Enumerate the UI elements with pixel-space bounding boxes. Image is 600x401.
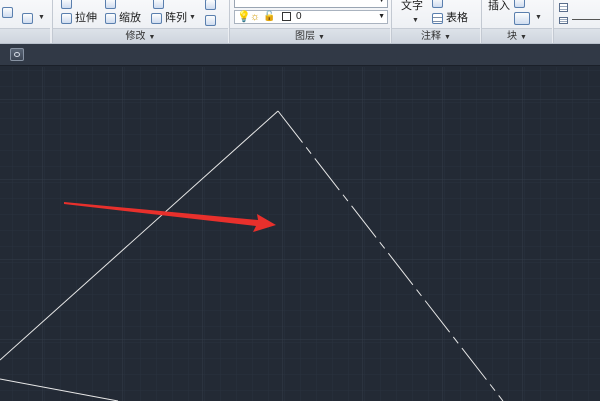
annotation-panel: 文字 ▼ 表格 注释 ▼ bbox=[392, 0, 480, 43]
mirror-icon bbox=[105, 0, 116, 9]
annotation-panel-title[interactable]: 注释 ▼ bbox=[392, 28, 480, 43]
grid bbox=[0, 67, 600, 401]
chevron-down-icon: ▼ bbox=[38, 14, 45, 21]
stretch-label: 拉伸 bbox=[75, 12, 97, 24]
arc-icon bbox=[2, 6, 13, 18]
block-editor-tool[interactable] bbox=[514, 0, 528, 10]
chevron-down-icon: ▼ bbox=[378, 0, 385, 4]
chevron-down-icon: ▼ bbox=[148, 34, 156, 41]
chevron-down-icon: ▼ bbox=[444, 34, 451, 41]
scale-icon bbox=[105, 12, 116, 24]
explode-tool[interactable] bbox=[205, 0, 219, 12]
file-tab-strip bbox=[0, 44, 600, 66]
layers-panel: ▼ 💡 ☼ 🔓 0 ▼ 图层 ▼ bbox=[230, 0, 390, 43]
chevron-down-icon: ▼ bbox=[189, 14, 196, 21]
scale-label: 缩放 bbox=[119, 12, 141, 24]
linetype-preview[interactable] bbox=[572, 19, 600, 20]
attribute-icon bbox=[514, 11, 530, 25]
modify-panel: 拉伸 缩放 阵列 ▼ 修改 ▼ bbox=[53, 0, 228, 43]
linetype-icon bbox=[559, 17, 568, 24]
chevron-down-icon: ▼ bbox=[535, 14, 542, 21]
layer-state-combo[interactable]: ▼ bbox=[234, 0, 388, 8]
properties-panel bbox=[554, 0, 600, 43]
insert-label: 插入 bbox=[488, 0, 510, 12]
text-label: 文字 bbox=[401, 0, 423, 12]
bulb-icon: 💡 bbox=[237, 11, 251, 23]
draw-panel-title[interactable] bbox=[0, 28, 50, 43]
lineweight-icon bbox=[559, 3, 568, 12]
chevron-down-icon: ▼ bbox=[318, 34, 325, 41]
chevron-down-icon: ▼ bbox=[412, 17, 419, 24]
explode-icon bbox=[205, 0, 216, 10]
text-button[interactable]: 文字 bbox=[401, 0, 423, 14]
chevron-down-icon: ▼ bbox=[378, 13, 385, 20]
layer-combo[interactable]: 💡 ☼ 🔓 0 ▼ bbox=[234, 10, 388, 24]
block-panel-title[interactable]: 块 ▼ bbox=[482, 28, 552, 43]
offset-tool[interactable] bbox=[205, 12, 219, 28]
stretch-icon bbox=[61, 12, 72, 24]
array-icon bbox=[151, 12, 162, 24]
model-space[interactable] bbox=[0, 67, 600, 401]
table-button[interactable]: 表格 bbox=[432, 10, 468, 26]
color-swatch bbox=[282, 12, 291, 21]
chevron-down-icon: ▼ bbox=[520, 34, 527, 41]
properties-panel-title[interactable] bbox=[554, 28, 600, 43]
current-layer-name: 0 bbox=[296, 11, 302, 22]
fillet-icon bbox=[153, 0, 164, 9]
offset-icon bbox=[205, 14, 216, 26]
arc-tool[interactable] bbox=[2, 4, 16, 20]
ribbon: ▼ 拉伸 缩放 阵列 ▼ 修改 ▼ ▼ 💡 ☼ 🔓 0 ▼ 图层 ▼ 文字 ▼ … bbox=[0, 0, 600, 44]
block-panel: 插入 ▼ 块 ▼ bbox=[482, 0, 552, 43]
text-dropdown[interactable]: ▼ bbox=[410, 13, 419, 29]
modify-panel-title[interactable]: 修改 ▼ bbox=[53, 28, 228, 43]
scale-button[interactable]: 缩放 bbox=[105, 10, 141, 26]
block-editor-icon bbox=[514, 0, 525, 8]
unlock-icon: 🔓 bbox=[263, 11, 276, 22]
stretch-button[interactable]: 拉伸 bbox=[61, 10, 97, 26]
new-drawing-icon bbox=[14, 52, 20, 57]
dimension-icon bbox=[432, 0, 443, 8]
dimension-tool[interactable] bbox=[432, 0, 446, 10]
table-label: 表格 bbox=[446, 12, 468, 24]
layers-panel-title[interactable]: 图层 ▼ bbox=[230, 28, 390, 43]
array-button[interactable]: 阵列 ▼ bbox=[151, 10, 196, 26]
drawing-canvas[interactable] bbox=[0, 67, 600, 401]
table-icon bbox=[432, 12, 443, 24]
rectangle-icon bbox=[22, 12, 33, 24]
array-label: 阵列 bbox=[165, 12, 187, 24]
sun-icon: ☼ bbox=[250, 11, 261, 23]
copy-icon bbox=[61, 0, 72, 9]
block-attribute-tool[interactable]: ▼ bbox=[514, 10, 542, 26]
insert-button[interactable]: 插入 bbox=[488, 0, 510, 14]
rectangle-tool[interactable]: ▼ bbox=[22, 10, 45, 26]
new-tab-button[interactable] bbox=[10, 48, 24, 61]
